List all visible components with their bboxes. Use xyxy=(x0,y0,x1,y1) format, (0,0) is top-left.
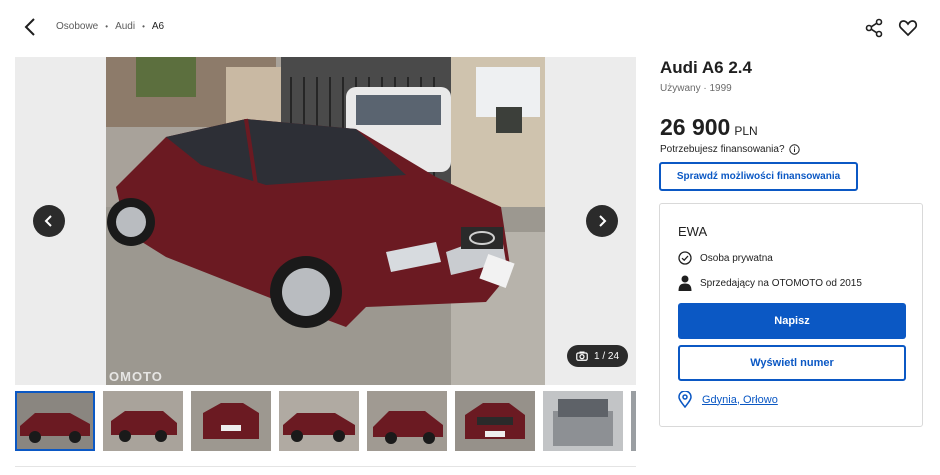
photo-counter: 1 / 24 xyxy=(567,345,629,367)
share-icon xyxy=(865,18,883,38)
financing-button[interactable]: Sprawdź możliwości finansowania xyxy=(659,162,858,191)
breadcrumb-item-a6: A6 xyxy=(151,21,165,32)
breadcrumb-separator: • xyxy=(105,22,109,31)
thumbnail-strip xyxy=(15,391,636,452)
info-icon[interactable] xyxy=(788,144,800,155)
main-photo[interactable] xyxy=(106,57,545,385)
price: 26 900 PLN xyxy=(660,114,758,141)
price-currency: PLN xyxy=(734,124,758,138)
divider xyxy=(15,466,636,467)
listing-title: Audi A6 2.4 xyxy=(660,58,752,77)
back-button[interactable] xyxy=(20,16,42,38)
camera-icon xyxy=(576,351,588,361)
seller-since: Sprzedający na OTOMOTO od 2015 xyxy=(678,275,862,291)
chevron-left-icon xyxy=(44,215,52,227)
share-button[interactable] xyxy=(864,18,884,38)
car-photo xyxy=(106,57,545,385)
thumbnail[interactable] xyxy=(543,391,623,451)
gallery-prev-button[interactable] xyxy=(33,205,65,237)
person-icon xyxy=(678,275,692,291)
favorite-button[interactable] xyxy=(898,18,918,38)
breadcrumb-separator: • xyxy=(142,22,145,31)
watermark: OMOTO xyxy=(109,369,163,384)
thumbnail[interactable] xyxy=(15,391,95,451)
seller-since-text: Sprzedający na OTOMOTO od 2015 xyxy=(700,277,862,289)
seller-type: Osoba prywatna xyxy=(678,251,773,265)
price-value: 26 900 xyxy=(660,114,731,140)
breadcrumb-item-audi[interactable]: Audi xyxy=(115,21,135,32)
photo-counter-text: 1 / 24 xyxy=(594,350,620,362)
thumbnail[interactable] xyxy=(191,391,271,451)
seller-name: EWA xyxy=(678,224,708,239)
breadcrumb-item-osobowe[interactable]: Osobowe xyxy=(56,21,98,32)
thumbnail[interactable] xyxy=(279,391,359,451)
seller-type-text: Osoba prywatna xyxy=(700,252,773,264)
chevron-right-icon xyxy=(599,215,607,227)
financing-question-text: Potrzebujesz finansowania? xyxy=(660,144,785,155)
thumbnail[interactable] xyxy=(367,391,447,451)
heart-icon xyxy=(898,20,918,37)
location-pin-icon xyxy=(678,391,692,408)
financing-question: Potrzebujesz finansowania? xyxy=(660,144,800,155)
check-circle-icon xyxy=(678,251,692,265)
seller-location: Gdynia, Orłowo xyxy=(678,391,778,408)
location-link[interactable]: Gdynia, Orłowo xyxy=(702,394,778,406)
photo-gallery[interactable]: OMOTO 1 / 24 xyxy=(15,57,636,385)
seller-card: EWA Osoba prywatna Sprzedający na OTOMOT… xyxy=(659,203,923,427)
write-message-button[interactable]: Napisz xyxy=(678,303,906,339)
thumbnail[interactable] xyxy=(455,391,535,451)
thumbnail[interactable] xyxy=(103,391,183,451)
show-phone-button[interactable]: Wyświetl numer xyxy=(678,345,906,381)
gallery-next-button[interactable] xyxy=(586,205,618,237)
listing-subtitle: Używany · 1999 xyxy=(660,83,732,94)
breadcrumb: Osobowe • Audi • A6 xyxy=(56,21,164,32)
thumbnail[interactable] xyxy=(631,391,636,451)
chevron-left-icon xyxy=(24,18,35,36)
